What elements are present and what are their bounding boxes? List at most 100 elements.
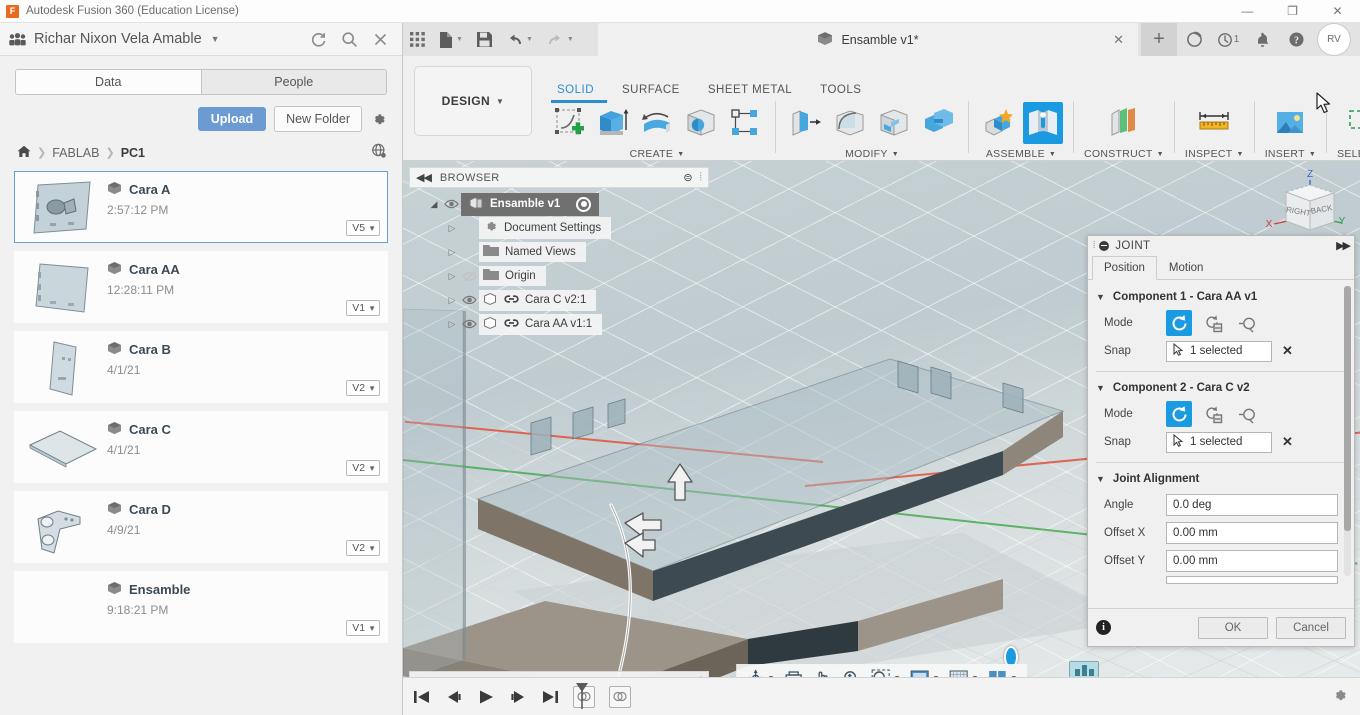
save-icon[interactable] <box>470 23 499 56</box>
measure-icon[interactable] <box>1194 102 1234 144</box>
tree-node-cara-c[interactable]: ▷ Cara C v2:1 <box>409 288 709 312</box>
browser-collapse-dot-icon[interactable]: ⊜ <box>683 171 692 184</box>
dialog-grip-icon[interactable]: ⦙ <box>1093 240 1095 251</box>
breadcrumb-item-pc1[interactable]: PC1 <box>121 146 145 160</box>
tree-node-document-settings[interactable]: ▷ Document Settings <box>409 216 709 240</box>
close-button[interactable]: ✕ <box>1315 0 1360 23</box>
go-to-end-icon[interactable] <box>541 689 559 705</box>
step-forward-icon[interactable] <box>509 689 527 705</box>
ok-button[interactable]: OK <box>1198 616 1268 639</box>
create-sketch-icon[interactable] <box>549 102 589 144</box>
section-header-joint-alignment[interactable]: ▼ Joint Alignment <box>1088 467 1354 491</box>
collapse-left-icon[interactable]: ◀◀ <box>416 171 432 184</box>
list-item[interactable]: Cara AA 12:28:11 PM V1 ▼ <box>14 251 388 323</box>
play-icon[interactable] <box>477 689 495 705</box>
user-name[interactable]: Richar Nixon Vela Amable <box>34 31 202 47</box>
list-item[interactable]: Cara A 2:57:12 PM V5 ▼ <box>14 171 388 243</box>
close-icon[interactable]: ✕ <box>1113 32 1124 48</box>
snap-selection-field[interactable]: 1 selected <box>1166 340 1272 362</box>
undo-icon[interactable]: ▼ <box>499 23 540 56</box>
timeline-settings-icon[interactable] <box>1331 687 1348 707</box>
item-version-dropdown[interactable]: V2 ▼ <box>346 380 380 396</box>
tree-node-ensamble[interactable]: ◢ Ensamble v1 <box>409 192 709 216</box>
expand-triangle-icon[interactable]: ▷ <box>445 319 459 330</box>
sphere-icon[interactable] <box>681 102 721 144</box>
joint-feature-icon[interactable] <box>609 685 631 708</box>
upload-button[interactable]: Upload <box>197 107 267 131</box>
refresh-icon[interactable] <box>305 26 331 52</box>
recent-icon[interactable]: 1 <box>1211 23 1245 56</box>
group-label-assemble[interactable]: ASSEMBLE ▼ <box>986 148 1056 160</box>
tree-label-row[interactable]: Origin <box>479 266 546 286</box>
item-version-dropdown[interactable]: V1 ▼ <box>346 300 380 316</box>
cancel-button[interactable]: Cancel <box>1276 616 1346 639</box>
tree-node-named-views[interactable]: ▷ Named Views <box>409 240 709 264</box>
pivot-mode-icon[interactable] <box>1234 310 1260 336</box>
minimize-button[interactable]: — <box>1225 0 1270 23</box>
data-panel-gear-icon[interactable] <box>370 111 387 128</box>
snap-selection-field[interactable]: 1 selected <box>1166 431 1272 453</box>
pattern-icon[interactable] <box>725 102 765 144</box>
document-tab[interactable]: Ensamble v1* ✕ <box>598 23 1138 56</box>
tab-sheet-metal[interactable]: SHEET METAL <box>694 84 806 96</box>
maximize-button[interactable]: ❐ <box>1270 0 1315 23</box>
offset-x-input[interactable]: 0.00 mm <box>1166 522 1338 544</box>
info-icon[interactable]: i <box>1096 620 1111 635</box>
slide-mode-icon[interactable] <box>1200 310 1226 336</box>
tab-people[interactable]: People <box>202 70 387 94</box>
collapse-triangle-icon[interactable]: ▼ <box>1096 383 1105 393</box>
item-version-dropdown[interactable]: V5 ▼ <box>346 220 380 236</box>
new-folder-button[interactable]: New Folder <box>274 106 362 132</box>
new-component-icon[interactable] <box>979 102 1019 144</box>
insert-image-icon[interactable] <box>1270 102 1310 144</box>
item-version-dropdown[interactable]: V2 ▼ <box>346 540 380 556</box>
shell-icon[interactable] <box>874 102 914 144</box>
add-tab-icon[interactable]: + <box>1141 23 1177 56</box>
component-active-radio-icon[interactable] <box>576 196 592 212</box>
item-version-dropdown[interactable]: V1 ▼ <box>346 620 380 636</box>
go-to-beginning-icon[interactable] <box>413 689 431 705</box>
job-status-icon[interactable] <box>1177 23 1211 56</box>
list-item[interactable]: Ensamble 9:18:21 PM V1 ▼ <box>14 571 388 643</box>
collapse-triangle-icon[interactable]: ▼ <box>1096 292 1105 302</box>
tree-label-row[interactable]: Named Views <box>479 242 586 262</box>
tree-label-row[interactable]: Ensamble v1 <box>461 192 600 216</box>
list-item[interactable]: Cara B 4/1/21 V2 ▼ <box>14 331 388 403</box>
clear-selection-icon[interactable]: ✕ <box>1282 434 1293 450</box>
expand-triangle-icon[interactable]: ◢ <box>427 199 441 210</box>
group-label-select[interactable]: SELECT ▼ <box>1337 148 1360 160</box>
minimize-dialog-icon[interactable] <box>1099 240 1110 251</box>
tab-data[interactable]: Data <box>16 70 202 94</box>
list-item[interactable]: Cara C 4/1/21 V2 ▼ <box>14 411 388 483</box>
tab-solid[interactable]: SOLID <box>543 84 608 96</box>
tab-tools[interactable]: TOOLS <box>806 84 875 96</box>
section-header-component-2[interactable]: ▼ Component 2 - Cara C v2 <box>1088 376 1354 400</box>
group-label-create[interactable]: CREATE ▼ <box>630 148 685 160</box>
home-icon[interactable] <box>17 145 31 161</box>
new-file-icon[interactable]: ▼ <box>432 23 470 56</box>
joint-dialog-header[interactable]: ⦙ JOINT ▶▶ <box>1088 236 1354 255</box>
revolve-icon[interactable] <box>637 102 677 144</box>
expand-triangle-icon[interactable]: ▷ <box>445 223 459 234</box>
pivot-mode-icon[interactable] <box>1234 401 1260 427</box>
joint-dialog-scrollbar[interactable] <box>1344 286 1351 576</box>
window-select-icon[interactable] <box>1344 102 1360 144</box>
avatar[interactable]: RV <box>1317 23 1351 56</box>
help-icon[interactable]: ? <box>1279 23 1313 56</box>
grid-apps-icon[interactable] <box>403 23 432 56</box>
expand-triangle-icon[interactable]: ▷ <box>445 247 459 258</box>
visibility-eye-icon[interactable] <box>441 199 461 209</box>
fillet-icon[interactable] <box>830 102 870 144</box>
joint-icon[interactable] <box>1023 102 1063 144</box>
search-icon[interactable] <box>336 26 362 52</box>
expand-triangle-icon[interactable]: ▷ <box>445 295 459 306</box>
tree-node-cara-aa[interactable]: ▷ Cara AA v1:1 <box>409 312 709 336</box>
redo-icon[interactable]: ▼ <box>540 23 581 56</box>
tree-label-row[interactable]: Cara AA v1:1 <box>479 313 603 335</box>
collapse-triangle-icon[interactable]: ▼ <box>1096 474 1105 484</box>
offset-z-input[interactable] <box>1166 576 1338 584</box>
tree-node-origin[interactable]: ▷ Origin <box>409 264 709 288</box>
step-back-icon[interactable] <box>445 689 463 705</box>
user-menu-chevron-down-icon[interactable]: ▼ <box>211 34 220 44</box>
tree-label-row[interactable]: Document Settings <box>479 217 612 239</box>
